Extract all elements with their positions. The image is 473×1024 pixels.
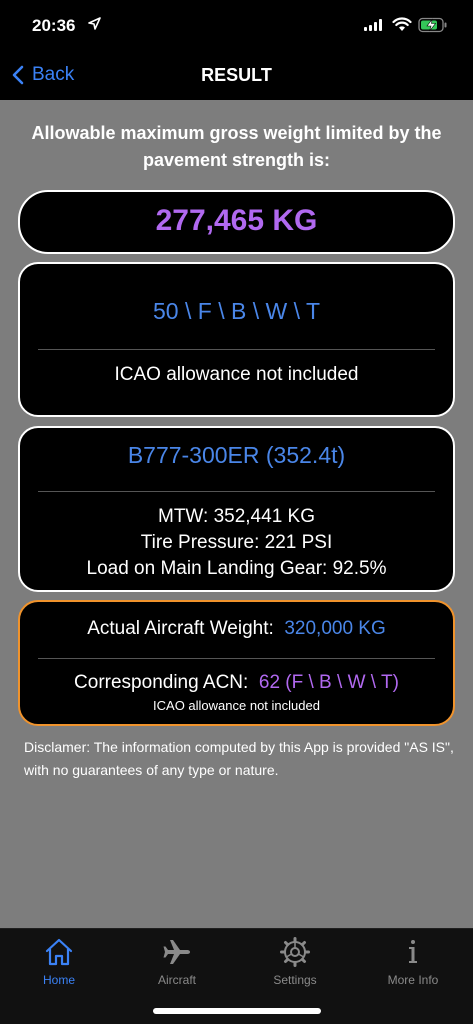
tab-home[interactable]: Home — [0, 937, 118, 987]
tab-label: Settings — [273, 973, 317, 987]
max-weight-card: 277,465 KG — [18, 190, 455, 254]
acn-label: Corresponding ACN: — [74, 672, 249, 693]
aircraft-mtw: MTW: 352,441 KG — [158, 506, 315, 527]
tab-more-info[interactable]: More Info — [354, 937, 472, 987]
navigation-bar: Back RESULT — [0, 52, 473, 100]
home-icon — [45, 938, 73, 966]
aircraft-main-gear-load: Load on Main Landing Gear: 92.5% — [86, 558, 387, 579]
pcn-code: 50 \ F \ B \ W \ T — [153, 298, 320, 324]
status-time: 20:36 — [32, 16, 76, 35]
aircraft-name: B777-300ER (352.4t) — [127, 442, 346, 468]
pcn-card: 50 \ F \ B \ W \ T ICAO allowance not in… — [18, 262, 455, 417]
actual-weight-row: Actual Aircraft Weight: 320,000 KG — [20, 618, 453, 640]
max-weight-value: 277,465 KG — [155, 204, 318, 237]
wifi-icon — [392, 17, 412, 31]
disclaimer-text: Disclamer: The information computed by t… — [24, 739, 454, 778]
gear-icon — [280, 937, 310, 967]
acn-value: 62 (F \ B \ W \ T) — [258, 672, 399, 693]
actual-weight-card: Actual Aircraft Weight: 320,000 KG Corre… — [18, 600, 455, 726]
page-title: RESULT — [201, 65, 272, 85]
cellular-signal-icon — [364, 19, 382, 31]
divider — [38, 491, 435, 492]
home-indicator[interactable] — [153, 1008, 321, 1014]
result-headline: Allowable maximum gross weight limited b… — [31, 123, 442, 170]
location-arrow-icon — [88, 17, 101, 30]
acn-note: ICAO allowance not included — [153, 698, 320, 713]
divider — [38, 658, 435, 659]
aircraft-card: B777-300ER (352.4t) MTW: 352,441 KG Tire… — [18, 426, 455, 592]
actual-weight-value: 320,000 KG — [284, 618, 386, 639]
battery-charging-icon — [418, 17, 447, 33]
tab-label: More Info — [387, 973, 439, 987]
actual-weight-label: Actual Aircraft Weight: — [87, 618, 274, 639]
tab-label: Home — [42, 973, 75, 987]
tab-settings[interactable]: Settings — [236, 937, 354, 987]
divider — [38, 349, 435, 350]
pcn-note: ICAO allowance not included — [114, 364, 359, 385]
aircraft-tire-pressure: Tire Pressure: 221 PSI — [140, 532, 333, 553]
airplane-icon — [163, 940, 190, 964]
acn-row: Corresponding ACN: 62 (F \ B \ W \ T) — [20, 672, 453, 694]
tab-label: Aircraft — [157, 973, 196, 987]
status-bar: 20:36 — [0, 0, 473, 52]
info-icon — [409, 940, 417, 963]
tab-aircraft[interactable]: Aircraft — [118, 937, 236, 987]
